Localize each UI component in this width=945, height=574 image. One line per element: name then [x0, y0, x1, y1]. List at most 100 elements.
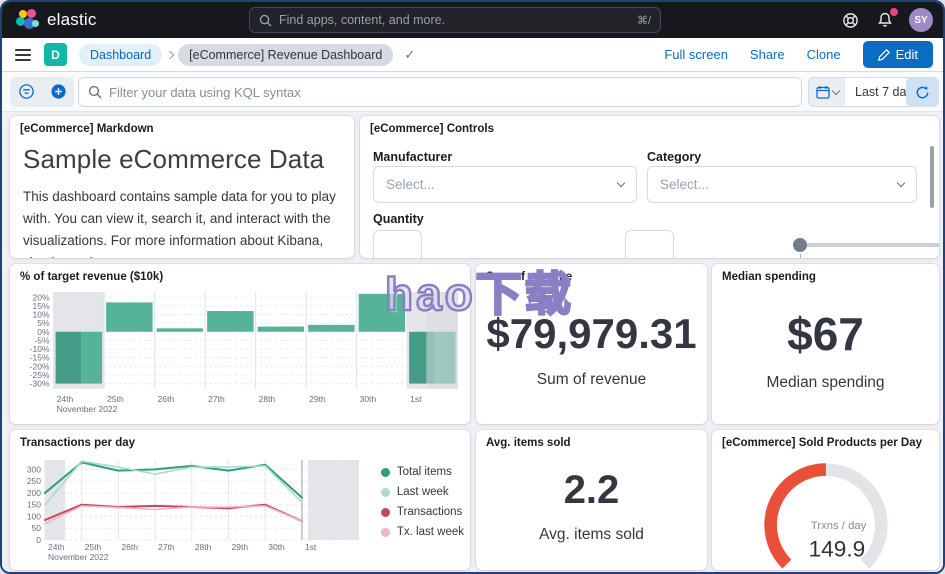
chevron-down-icon — [897, 179, 905, 187]
svg-text:25th: 25th — [85, 542, 102, 552]
global-header: elastic ⌘/ SY — [2, 2, 943, 38]
legend-item-last-week[interactable]: Last week — [381, 486, 464, 498]
manufacturer-select[interactable]: Select... — [373, 166, 637, 203]
calendar-icon[interactable] — [809, 78, 845, 106]
transactions-chart[interactable]: 05010015020025030024th25th26th27th28th29… — [15, 454, 365, 566]
transactions-panel: Transactions per day 0501001502002503002… — [10, 430, 470, 570]
menu-icon[interactable] — [15, 49, 31, 61]
breadcrumb-dashboard[interactable]: Dashboard — [79, 44, 162, 66]
docs-link[interactable]: docs — [85, 255, 114, 258]
svg-text:0: 0 — [36, 535, 41, 545]
full-screen-link[interactable]: Full screen — [664, 47, 728, 62]
manufacturer-label: Manufacturer — [373, 150, 452, 164]
elastic-logo-icon — [16, 9, 38, 31]
gauge-chart[interactable]: Trxns / day149.9 — [738, 451, 914, 570]
panel-title: [eCommerce] Controls — [360, 116, 939, 135]
edit-button[interactable]: Edit — [863, 41, 933, 68]
svg-text:29th: 29th — [232, 542, 249, 552]
svg-text:1st: 1st — [410, 394, 422, 404]
legend-dot — [381, 528, 390, 537]
quantity-slider: 1 4 — [795, 236, 939, 258]
panel-title: % of target revenue ($10k) — [10, 264, 470, 283]
svg-text:29th: 29th — [309, 394, 326, 404]
svg-text:30th: 30th — [360, 394, 377, 404]
quantity-max-input[interactable] — [625, 230, 674, 258]
nav-actions: Full screen Share Clone Edit — [664, 41, 933, 68]
kql-input[interactable] — [109, 85, 792, 100]
median-spending-panel: Median spending $67 Median spending — [712, 264, 939, 424]
slider-handle-min[interactable] — [793, 238, 807, 252]
refresh-button[interactable] — [906, 77, 939, 107]
search-icon — [259, 14, 272, 27]
legend-item-transactions[interactable]: Transactions — [381, 506, 464, 518]
filter-button-group — [10, 77, 74, 107]
share-link[interactable]: Share — [750, 47, 785, 62]
search-shortcut: ⌘/ — [637, 14, 651, 27]
svg-text:30th: 30th — [268, 542, 285, 552]
notifications-icon[interactable] — [874, 9, 896, 31]
controls-panel: [eCommerce] Controls Manufacturer Select… — [360, 116, 939, 258]
breadcrumb-separator-icon — [166, 50, 174, 58]
avg-items-panel: Avg. items sold 2.2 Avg. items sold — [476, 430, 707, 570]
elastic-logo[interactable]: elastic — [16, 9, 97, 31]
quantity-min-input[interactable] — [373, 230, 422, 258]
metric-value: 2.2 — [564, 468, 620, 513]
clone-link[interactable]: Clone — [807, 47, 841, 62]
legend-item-tx-last-week[interactable]: Tx. last week — [381, 526, 464, 538]
metric-label: Median spending — [766, 374, 884, 392]
svg-text:28th: 28th — [195, 542, 212, 552]
category-select[interactable]: Select... — [647, 166, 917, 203]
markdown-body: This dashboard contains sample data for … — [10, 175, 354, 258]
svg-text:24th: 24th — [48, 542, 65, 552]
markdown-heading: Sample eCommerce Data — [10, 135, 354, 175]
slider-track[interactable] — [795, 243, 939, 247]
pencil-icon — [878, 49, 890, 61]
chart-legend: Total items Last week Transactions Tx. l… — [381, 466, 464, 538]
dashboard-app-chip[interactable]: D — [44, 43, 67, 66]
svg-text:26th: 26th — [121, 542, 138, 552]
svg-text:50: 50 — [32, 523, 42, 533]
svg-text:149.9: 149.9 — [809, 537, 866, 562]
saved-check-icon: ✓ — [404, 47, 415, 63]
legend-dot — [381, 468, 390, 477]
kibana-window: elastic ⌘/ SY D Dashboard [eCommerce] Re… — [0, 0, 945, 574]
sold-products-panel: [eCommerce] Sold Products per Day Trxns … — [712, 430, 939, 570]
svg-text:26th: 26th — [158, 394, 175, 404]
target-revenue-chart[interactable]: 20%15%10%5%0%-5%-10%-15%-20%-25%-30%24th… — [15, 286, 464, 419]
svg-text:27th: 27th — [158, 542, 175, 552]
legend-item-total-items[interactable]: Total items — [381, 466, 464, 478]
global-search-input[interactable] — [279, 13, 637, 27]
kql-search — [78, 77, 802, 107]
user-avatar[interactable]: SY — [909, 8, 933, 32]
svg-text:24th: 24th — [57, 394, 74, 404]
metric-value: $79,979.31 — [486, 310, 696, 358]
global-search[interactable]: ⌘/ — [249, 7, 661, 33]
quantity-label: Quantity — [373, 212, 424, 226]
panel-title: Median spending — [712, 264, 939, 283]
filter-bar: Last 7 days — [2, 72, 943, 112]
category-label: Category — [647, 150, 701, 164]
metric-value: $67 — [787, 307, 864, 361]
breadcrumb-current[interactable]: [eCommerce] Revenue Dashboard — [178, 44, 393, 66]
controls-scrollbar[interactable] — [930, 146, 934, 208]
svg-text:250: 250 — [27, 476, 41, 486]
svg-text:300: 300 — [27, 464, 41, 474]
panel-title: Sum of revenue — [476, 264, 707, 283]
filter-options-icon[interactable] — [10, 77, 42, 107]
chevron-down-icon — [831, 86, 839, 94]
metric-label: Avg. items sold — [539, 526, 644, 544]
breadcrumb: Dashboard [eCommerce] Revenue Dashboard … — [79, 44, 415, 66]
target-revenue-panel: % of target revenue ($10k) 20%15%10%5%0%… — [10, 264, 470, 424]
svg-text:150: 150 — [27, 500, 41, 510]
svg-text:27th: 27th — [208, 394, 225, 404]
brand-name: elastic — [47, 10, 97, 30]
svg-text:November 2022: November 2022 — [48, 552, 109, 562]
add-filter-icon[interactable] — [42, 77, 74, 107]
svg-text:1st: 1st — [305, 542, 317, 552]
svg-text:28th: 28th — [259, 394, 276, 404]
svg-text:100: 100 — [27, 511, 41, 521]
svg-text:25th: 25th — [107, 394, 124, 404]
markdown-panel: [eCommerce] Markdown Sample eCommerce Da… — [10, 116, 354, 258]
help-icon[interactable] — [839, 9, 861, 31]
sum-of-revenue-panel: Sum of revenue $79,979.31 Sum of revenue — [476, 264, 707, 424]
